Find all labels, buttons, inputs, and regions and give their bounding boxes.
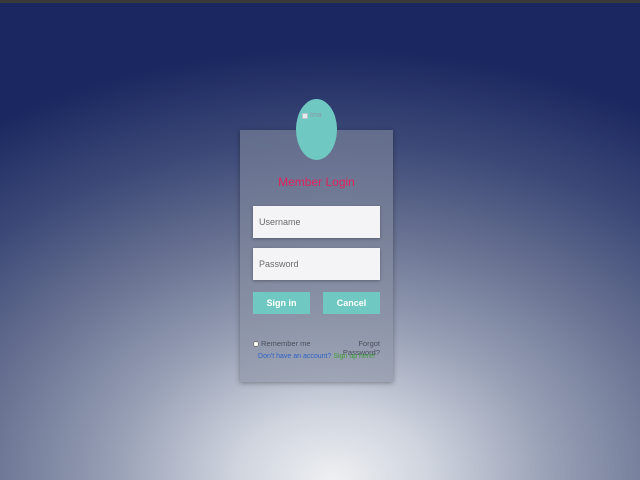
sign-in-button[interactable]: Sign in bbox=[253, 292, 310, 314]
avatar-alt-text: Ima bbox=[310, 112, 322, 119]
broken-image-icon: Ima bbox=[302, 112, 322, 119]
broken-image-glyph bbox=[302, 112, 308, 119]
username-input[interactable] bbox=[253, 206, 380, 238]
page-title: Member Login bbox=[278, 175, 355, 189]
avatar: Ima bbox=[296, 99, 337, 160]
remember-me-label: Remember me bbox=[261, 339, 311, 348]
remember-me-checkbox[interactable] bbox=[253, 340, 259, 347]
remember-me[interactable]: Remember me bbox=[253, 339, 311, 348]
signup-row: Don't have an account? Sign up here! bbox=[240, 353, 393, 360]
signup-question: Don't have an account? bbox=[258, 353, 332, 360]
window-top-strip bbox=[0, 0, 640, 3]
password-input[interactable] bbox=[253, 248, 380, 280]
cancel-button[interactable]: Cancel bbox=[323, 292, 380, 314]
signup-link[interactable]: Sign up here! bbox=[333, 353, 375, 360]
